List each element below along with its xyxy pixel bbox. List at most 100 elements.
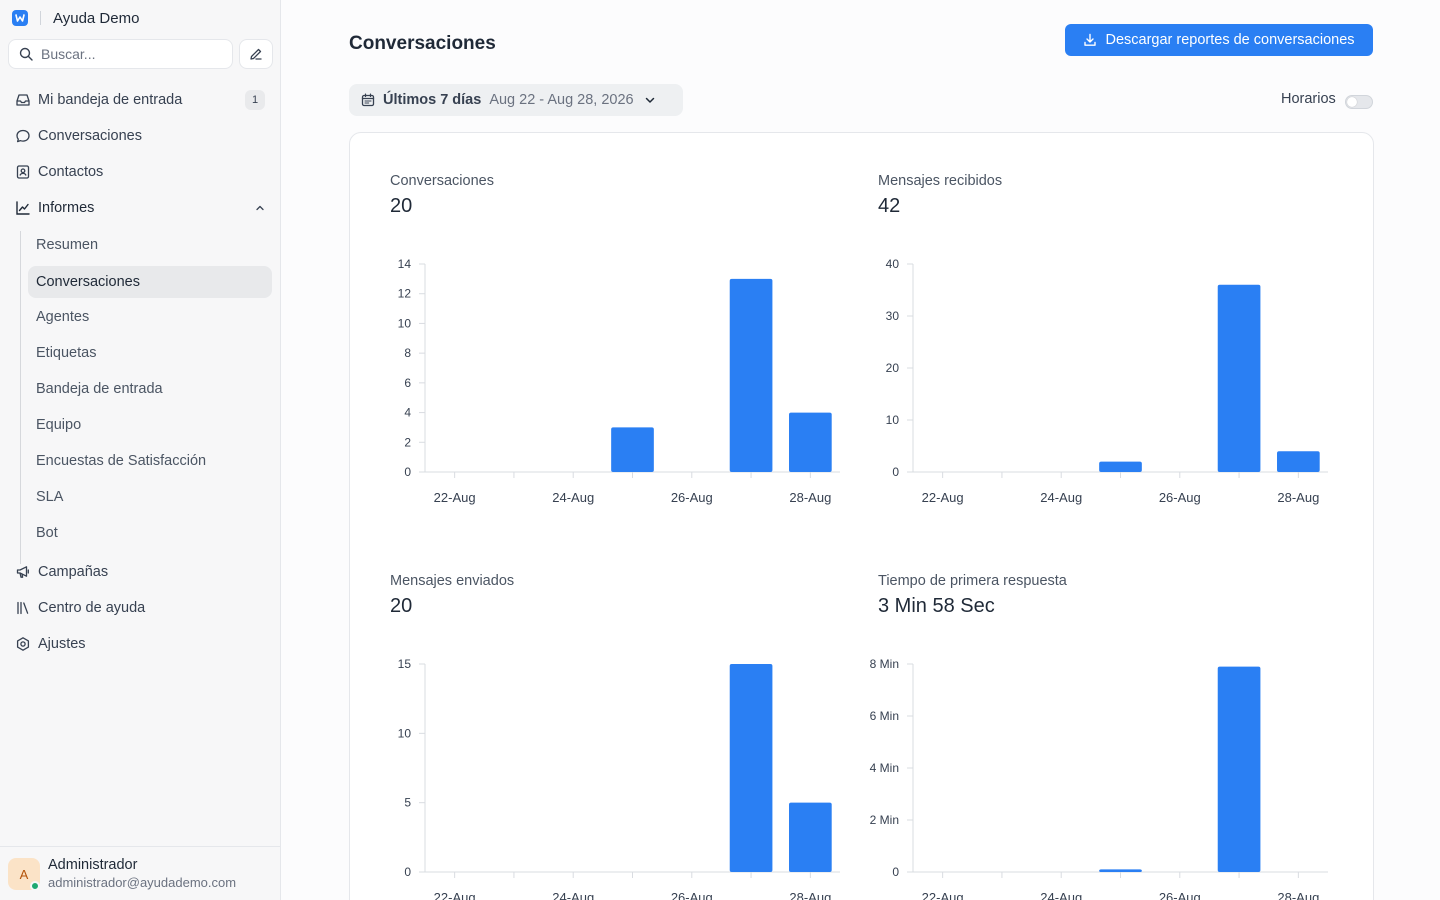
online-status-dot [30, 881, 40, 891]
y-tick-label: 4 [404, 406, 411, 420]
x-tick-label: 24-Aug [552, 490, 594, 505]
sidebar-item-label: Ajustes [38, 636, 86, 652]
x-tick-label: 24-Aug [1040, 890, 1082, 900]
calendar-icon [361, 93, 375, 107]
x-tick-label: 28-Aug [789, 890, 831, 900]
bar [1217, 284, 1261, 472]
sidebar-item-label: Informes [38, 200, 95, 216]
y-tick-label: 0 [892, 865, 899, 879]
report-item-label: Agentes [36, 309, 90, 325]
y-tick-label: 6 Min [870, 709, 899, 723]
report-item-label: Encuestas de Satisfacción [36, 453, 207, 469]
brand-logo-icon [12, 10, 28, 26]
y-tick-label: 20 [886, 361, 900, 375]
y-tick-label: 6 [404, 376, 411, 390]
profile-name: Administrador [48, 857, 138, 873]
bar [789, 412, 832, 472]
report-item-labels[interactable]: Etiquetas [28, 337, 272, 369]
report-item-sla[interactable]: SLA [28, 481, 272, 513]
chart-line-icon [14, 199, 32, 217]
metric-value: 42 [878, 195, 901, 217]
megaphone-icon [14, 563, 32, 581]
x-tick-label: 24-Aug [552, 890, 594, 900]
date-range-label: Últimos 7 días [383, 92, 482, 108]
brand[interactable]: Ayuda Demo [12, 8, 139, 28]
metric-label: Mensajes enviados [390, 573, 515, 589]
y-tick-label: 8 [404, 346, 411, 360]
bar [729, 664, 773, 872]
sidebar-item-inbox[interactable]: Mi bandeja de entrada 1 [8, 84, 273, 116]
search-input[interactable] [41, 46, 221, 62]
submenu-guide-line [20, 231, 21, 564]
metric-value: 20 [390, 595, 413, 617]
x-tick-label: 26-Aug [1159, 490, 1201, 505]
brand-divider [40, 11, 41, 25]
inbox-icon [14, 91, 32, 109]
report-item-bot[interactable]: Bot [28, 517, 272, 549]
y-tick-label: 14 [398, 257, 412, 271]
y-tick-label: 2 [404, 435, 411, 449]
bar [1099, 461, 1142, 472]
x-tick-label: 22-Aug [922, 890, 964, 900]
bar [1099, 869, 1142, 872]
date-range-dates: Aug 22 - Aug 28, 2026 [489, 92, 634, 108]
sidebar-item-campaigns[interactable]: Campañas [8, 556, 273, 588]
sidebar-item-help-center[interactable]: Centro de ayuda [8, 592, 273, 624]
y-tick-label: 40 [886, 257, 900, 271]
sidebar-search[interactable] [8, 39, 233, 69]
sidebar-item-label: Campañas [38, 564, 109, 580]
profile-email: administrador@ayudademo.com [48, 875, 237, 890]
first-response-time-chart: 0 2 Min 4 Min 6 Min 8 Min 22-Aug 24-Aug 26-Aug 2… [870, 657, 1328, 900]
y-tick-label: 8 Min [870, 657, 899, 671]
settings-icon [14, 635, 32, 653]
download-icon [1084, 33, 1097, 46]
report-item-overview[interactable]: Resumen [28, 229, 272, 261]
y-tick-label: 4 Min [870, 761, 899, 775]
sidebar-item-settings[interactable]: Ajustes [8, 628, 273, 660]
y-tick-label: 15 [398, 657, 412, 671]
x-tick-label: 28-Aug [1277, 490, 1319, 505]
report-item-team[interactable]: Equipo [28, 409, 272, 441]
contact-card-icon [14, 163, 32, 181]
metric-value: 20 [390, 195, 413, 217]
report-item-label: Bandeja de entrada [36, 381, 163, 397]
report-item-label: Equipo [36, 417, 82, 433]
bar [729, 278, 773, 472]
sidebar-item-label: Centro de ayuda [38, 600, 146, 616]
messages-sent-chart: 0 5 10 15 22-Aug 24-Aug 26-Aug 28-Aug [398, 657, 840, 900]
sidebar-item-label: Mi bandeja de entrada [38, 92, 183, 108]
report-item-label: Bot [36, 525, 58, 541]
report-item-conversations[interactable]: Conversaciones [28, 266, 272, 298]
metric-label: Mensajes recibidos [878, 173, 1003, 189]
x-tick-label: 26-Aug [1159, 890, 1201, 900]
report-item-agents[interactable]: Agentes [28, 301, 272, 333]
chevron-down-icon [644, 94, 656, 106]
brand-name: Ayuda Demo [53, 9, 140, 27]
date-range-picker[interactable]: Últimos 7 días Aug 22 - Aug 28, 2026 [349, 84, 683, 116]
report-item-csat[interactable]: Encuestas de Satisfacción [28, 445, 272, 477]
y-tick-label: 0 [892, 465, 899, 479]
bar [1217, 666, 1261, 872]
sidebar-item-label: Conversaciones [38, 128, 142, 144]
chat-bubble-icon [14, 127, 32, 145]
user-profile[interactable]: A Administrador administrador@ayudademo.… [0, 846, 280, 900]
report-item-inbox[interactable]: Bandeja de entrada [28, 373, 272, 405]
metric-label: Conversaciones [390, 173, 494, 189]
report-item-label: Etiquetas [36, 345, 97, 361]
sidebar-item-conversations[interactable]: Conversaciones [8, 120, 273, 152]
sidebar-item-reports[interactable]: Informes [8, 192, 273, 224]
sidebar-item-contacts[interactable]: Contactos [8, 156, 273, 188]
y-tick-label: 0 [404, 465, 411, 479]
compose-button[interactable] [239, 39, 273, 69]
business-hours-toggle[interactable] [1345, 95, 1373, 109]
report-item-label: Resumen [36, 237, 99, 253]
y-tick-label: 30 [886, 309, 900, 323]
library-icon [14, 599, 32, 617]
search-icon [19, 47, 33, 61]
x-tick-label: 28-Aug [1277, 890, 1319, 900]
y-tick-label: 10 [886, 413, 900, 427]
download-report-button[interactable]: Descargar reportes de conversaciones [1065, 24, 1373, 56]
metric-label: Tiempo de primera respuesta [878, 573, 1067, 589]
conversations-chart: 0 2 4 6 8 10 12 14 22-Aug 24-Aug 26-Aug 28-Aug [398, 257, 840, 505]
x-tick-label: 22-Aug [434, 490, 476, 505]
